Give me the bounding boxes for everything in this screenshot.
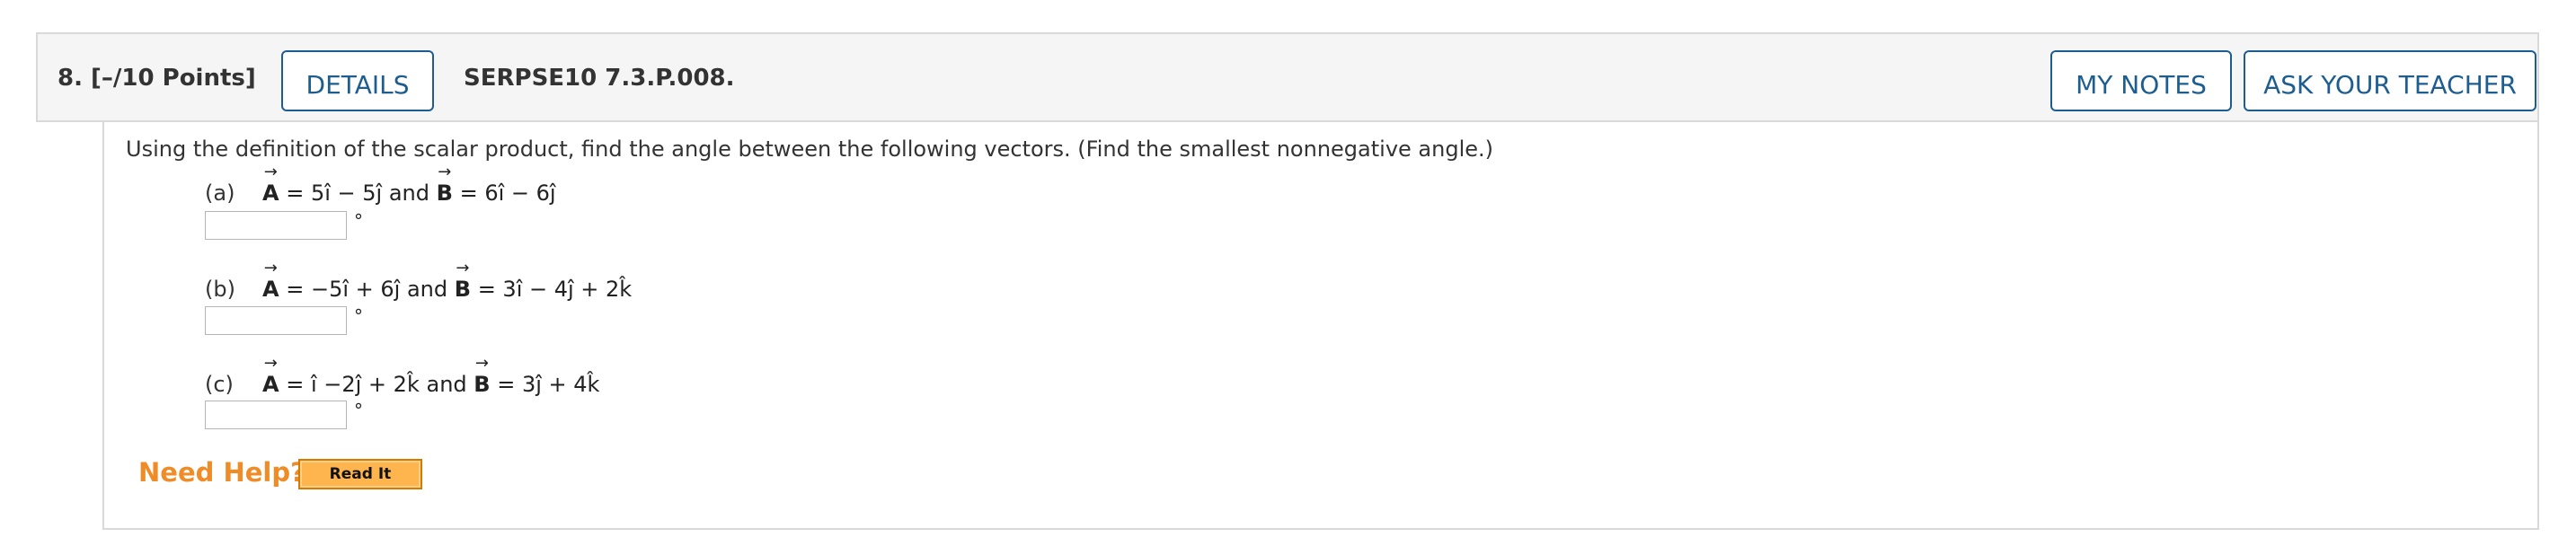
need-help-label: Need Help? <box>138 457 305 488</box>
part-a-degree-unit: ° <box>354 210 363 232</box>
vector-a: A <box>262 259 279 302</box>
question-number: 8. <box>58 65 83 92</box>
part-a-expression: A = 5î − 5ĵ and B = 6î − 6ĵ <box>262 163 556 206</box>
read-it-button[interactable]: Read It <box>298 459 422 489</box>
conjunction: and <box>426 372 467 397</box>
question-points: [–/10 Points] <box>91 65 256 92</box>
part-b-degree-unit: ° <box>354 305 363 327</box>
part-a-answer-input[interactable] <box>205 211 347 240</box>
my-notes-button[interactable]: MY NOTES <box>2050 50 2232 111</box>
vector-b: B <box>455 259 472 302</box>
part-c-degree-unit: ° <box>354 400 363 421</box>
vector-b-value: = 6î − 6ĵ <box>459 181 556 206</box>
vector-a: A <box>262 354 279 397</box>
ask-your-teacher-button[interactable]: ASK YOUR TEACHER <box>2244 50 2536 111</box>
part-b-answer-input[interactable] <box>205 306 347 335</box>
vector-b-value: = 3ĵ + 4k̂ <box>497 372 600 397</box>
vector-a: A <box>262 163 279 206</box>
vector-b: B <box>437 163 454 206</box>
conjunction: and <box>388 181 429 206</box>
part-b-label: (b) <box>205 277 235 302</box>
question-code: SERPSE10 7.3.P.008. <box>464 65 735 92</box>
part-b-expression: A = −5î + 6ĵ and B = 3î − 4ĵ + 2k̂ <box>262 259 633 302</box>
part-c-label: (c) <box>205 372 234 397</box>
part-a-label: (a) <box>205 181 235 206</box>
conjunction: and <box>406 277 448 302</box>
vector-a-value: = −5î + 6ĵ <box>286 277 401 302</box>
question-prompt: Using the definition of the scalar produ… <box>126 136 1493 162</box>
part-c-expression: A = î −2ĵ + 2k̂ and B = 3ĵ + 4k̂ <box>262 354 600 397</box>
details-button[interactable]: DETAILS <box>281 50 434 111</box>
question-number-points: 8. [–/10 Points] <box>58 65 256 92</box>
vector-b-value: = 3î − 4ĵ + 2k̂ <box>477 277 633 302</box>
vector-b: B <box>474 354 491 397</box>
vector-a-value: = î −2ĵ + 2k̂ <box>286 372 420 397</box>
part-c-answer-input[interactable] <box>205 401 347 429</box>
vector-a-value: = 5î − 5ĵ <box>286 181 383 206</box>
